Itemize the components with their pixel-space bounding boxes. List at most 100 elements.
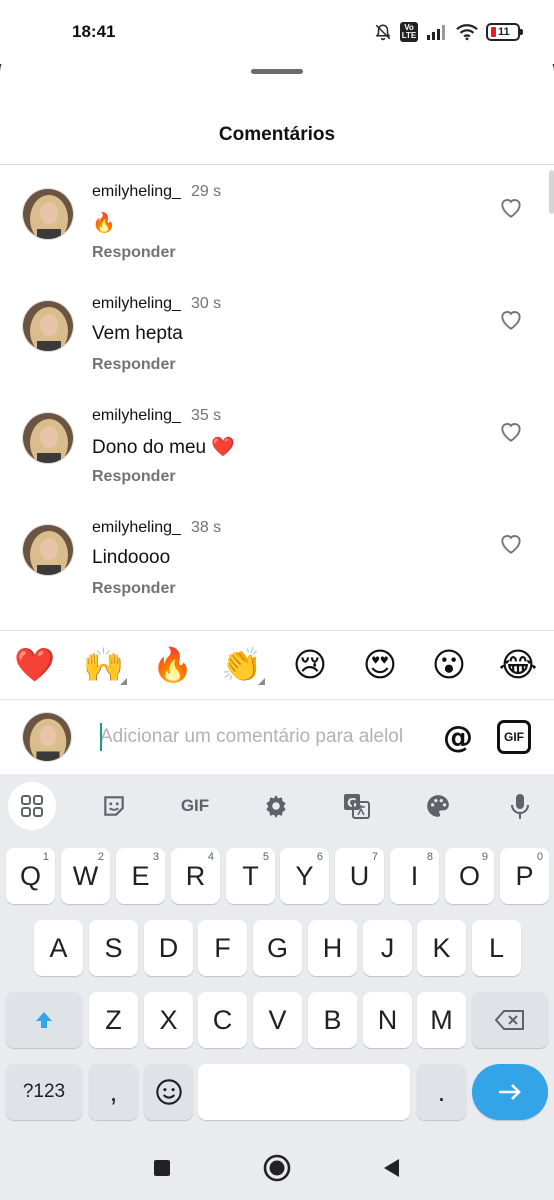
page-title: Comentários <box>218 124 336 145</box>
backspace-icon <box>495 1010 524 1030</box>
like-heart-icon[interactable] <box>498 307 524 331</box>
status-icons: Vo LTE 11 <box>374 22 523 42</box>
battery-level: 11 <box>498 26 510 38</box>
comment-username[interactable]: emilyheling_ 29 s <box>92 183 221 201</box>
reaction-fire[interactable]: 🔥 <box>152 645 193 685</box>
back-button[interactable] <box>377 1154 405 1182</box>
key-r[interactable]: R4 <box>171 848 220 904</box>
symbols-key[interactable]: ?123 <box>6 1064 82 1120</box>
home-button[interactable] <box>263 1154 291 1182</box>
shift-key[interactable] <box>6 992 82 1048</box>
key-k[interactable]: K <box>417 920 466 976</box>
reaction-crying[interactable]: 😢 <box>290 645 330 685</box>
comment-time: 29 s <box>190 183 222 200</box>
emoji-key[interactable] <box>144 1064 193 1120</box>
drag-handle[interactable] <box>251 69 303 74</box>
system-nav-bar <box>0 1136 554 1200</box>
comment-composer: @ GIF <box>0 700 554 774</box>
key-h[interactable]: H <box>308 920 357 976</box>
settings-gear-icon[interactable] <box>252 782 300 830</box>
key-z[interactable]: Z <box>89 992 138 1048</box>
reaction-laughing[interactable]: 😂 <box>498 645 538 685</box>
microphone-icon[interactable] <box>496 782 544 830</box>
avatar[interactable] <box>22 412 74 464</box>
key-p[interactable]: P0 <box>500 848 549 904</box>
comment-item: emilyheling_ 29 s 🔥 Responder <box>0 180 554 280</box>
home-circle-icon <box>263 1154 291 1182</box>
comment-time: 30 s <box>190 295 222 312</box>
like-heart-icon[interactable] <box>498 531 524 555</box>
comma-key[interactable]: , <box>89 1064 138 1120</box>
key-w[interactable]: W2 <box>61 848 110 904</box>
comment-username[interactable]: emilyheling_ 38 s <box>92 519 221 537</box>
key-i[interactable]: I8 <box>390 848 439 904</box>
avatar[interactable] <box>22 188 74 240</box>
comment-text: Lindoooo <box>92 547 171 568</box>
smiley-icon <box>155 1079 182 1105</box>
translate-icon[interactable]: G <box>333 782 381 830</box>
arrow-right-icon <box>499 1084 521 1100</box>
key-x[interactable]: X <box>144 992 193 1048</box>
avatar[interactable] <box>22 300 74 352</box>
avatar <box>22 712 72 762</box>
battery-icon: 11 <box>486 23 523 41</box>
key-d[interactable]: D <box>144 920 193 976</box>
key-o[interactable]: O9 <box>445 848 494 904</box>
reply-button[interactable]: Responder <box>92 356 176 374</box>
reaction-raising-hands[interactable]: 🙌 <box>83 645 127 685</box>
reaction-clap[interactable]: 👏 <box>221 645 265 685</box>
key-u[interactable]: U7 <box>335 848 384 904</box>
avatar[interactable] <box>22 524 74 576</box>
space-key[interactable] <box>198 1064 410 1120</box>
key-y[interactable]: Y6 <box>280 848 329 904</box>
comment-text: Vem hepta <box>92 323 183 344</box>
comment-item: emilyheling_ 38 s Lindoooo Responder <box>0 516 554 616</box>
reply-button[interactable]: Responder <box>92 468 176 486</box>
key-g[interactable]: G <box>253 920 302 976</box>
enter-key[interactable] <box>472 1064 548 1120</box>
key-e[interactable]: E3 <box>116 848 165 904</box>
key-b[interactable]: B <box>308 992 357 1048</box>
comment-username[interactable]: emilyheling_ 30 s <box>92 295 221 313</box>
keyboard-toolbar: GIF G <box>0 774 554 836</box>
backspace-key[interactable] <box>472 992 548 1048</box>
comment-time: 38 s <box>190 519 222 536</box>
recents-button[interactable] <box>148 1154 176 1182</box>
shift-arrow-icon <box>36 1012 52 1028</box>
svg-text:@: @ <box>443 720 473 754</box>
mention-icon[interactable]: @ <box>441 720 475 754</box>
text-cursor <box>100 723 102 751</box>
key-t[interactable]: T5 <box>226 848 275 904</box>
gif-keyboard-button[interactable]: GIF <box>171 782 219 830</box>
sticker-icon[interactable] <box>90 782 138 830</box>
reply-button[interactable]: Responder <box>92 244 176 262</box>
comment-item: emilyheling_ 35 s Dono do meu ❤️ Responde… <box>0 404 554 504</box>
gif-button[interactable]: GIF <box>497 720 531 754</box>
comment-text: Dono do meu ❤️ <box>92 437 236 458</box>
reaction-heart-eyes[interactable]: 😍 <box>360 645 400 685</box>
back-triangle-icon <box>384 1159 399 1177</box>
key-c[interactable]: C <box>198 992 247 1048</box>
status-time: 18:41 <box>72 22 116 41</box>
comment-username[interactable]: emilyheling_ 35 s <box>92 407 221 425</box>
like-heart-icon[interactable] <box>498 195 524 219</box>
like-heart-icon[interactable] <box>498 419 524 443</box>
reaction-surprised[interactable]: 😮 <box>429 645 469 685</box>
key-s[interactable]: S <box>89 920 138 976</box>
key-f[interactable]: F <box>198 920 247 976</box>
palette-icon[interactable] <box>414 782 462 830</box>
key-q[interactable]: Q1 <box>6 848 55 904</box>
reply-button[interactable]: Responder <box>92 580 176 598</box>
key-n[interactable]: N <box>363 992 412 1048</box>
comment-input[interactable] <box>100 722 422 752</box>
key-m[interactable]: M <box>417 992 466 1048</box>
key-j[interactable]: J <box>363 920 412 976</box>
apps-grid-icon[interactable] <box>8 782 56 830</box>
square-icon <box>154 1160 170 1176</box>
period-key[interactable]: . <box>417 1064 466 1120</box>
wifi-icon <box>456 22 478 42</box>
key-v[interactable]: V <box>253 992 302 1048</box>
key-a[interactable]: A <box>34 920 83 976</box>
reaction-heart[interactable]: ❤️ <box>14 645 55 685</box>
key-l[interactable]: L <box>472 920 521 976</box>
